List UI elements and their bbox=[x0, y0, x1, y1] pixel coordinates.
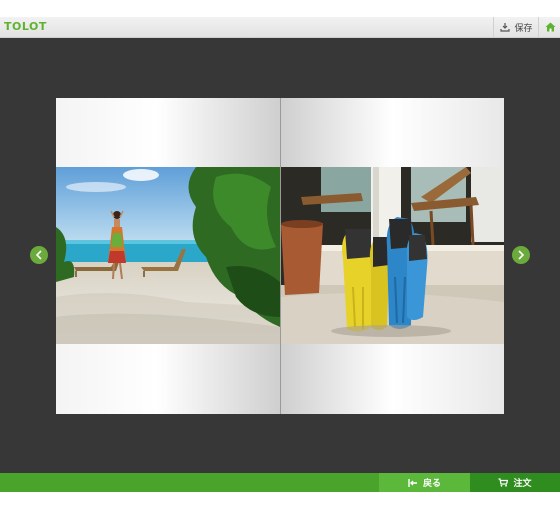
bottom-action-bar: 戻る 注文 bbox=[0, 473, 560, 492]
back-arrow-icon bbox=[408, 478, 417, 487]
flippers-photo bbox=[281, 167, 504, 344]
order-button[interactable]: 注文 bbox=[470, 473, 560, 492]
order-label: 注文 bbox=[513, 479, 532, 489]
back-button[interactable]: 戻る bbox=[379, 473, 470, 492]
previous-page-button[interactable] bbox=[30, 246, 48, 264]
download-icon bbox=[500, 23, 511, 32]
chevron-right-icon bbox=[518, 250, 525, 260]
save-label: 保存 bbox=[514, 23, 533, 34]
beach-photo bbox=[56, 167, 280, 344]
save-button[interactable]: 保存 bbox=[493, 17, 539, 37]
app-logo: TOLOT bbox=[4, 20, 47, 33]
chevron-left-icon bbox=[35, 250, 42, 260]
book-viewer bbox=[0, 38, 560, 473]
back-label: 戻る bbox=[422, 479, 441, 489]
home-icon bbox=[545, 22, 555, 32]
next-page-button[interactable] bbox=[512, 246, 530, 264]
book-page-right bbox=[281, 98, 504, 414]
book-page-left bbox=[56, 98, 280, 414]
cart-icon bbox=[498, 478, 509, 487]
home-button[interactable] bbox=[538, 17, 560, 37]
top-toolbar: TOLOT 保存 bbox=[0, 17, 560, 38]
